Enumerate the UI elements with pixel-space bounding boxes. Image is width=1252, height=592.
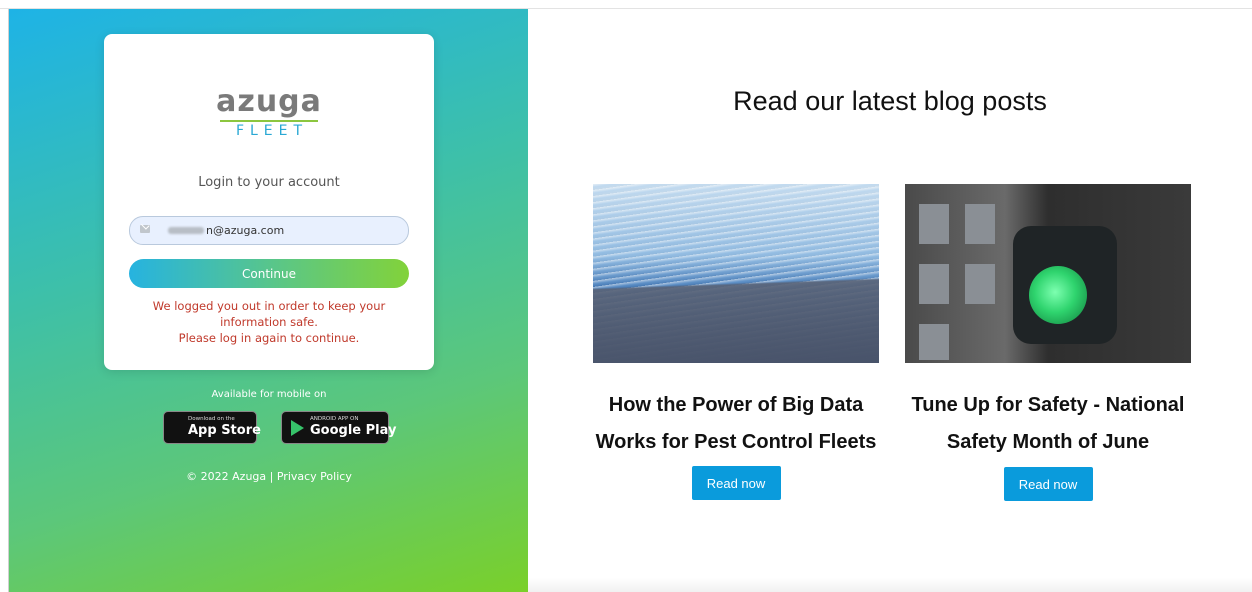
footer: © 2022 Azuga | Privacy Policy [9,470,529,483]
email-input[interactable] [158,217,398,244]
blog-card: Tune Up for Safety - National Safety Mon… [905,184,1191,501]
login-panel: azuga FLEET Login to your account Contin… [8,9,529,592]
building-window [965,264,995,304]
logo-wordmark: azuga [216,84,322,119]
logo-divider [220,120,318,122]
google-play-label: Google Play [310,423,397,438]
play-store-icon [291,420,304,436]
footer-separator: | [269,470,274,483]
blog-section: Read our latest blog posts How the Power… [528,9,1252,592]
mobile-availability-text: Available for mobile on [211,389,327,400]
building-window [919,324,949,360]
window-top-border [0,0,1252,9]
continue-button[interactable]: Continue [129,259,409,288]
logout-message-line: Please log in again to continue. [178,331,360,345]
app-store-small-text: Download on the [188,416,235,422]
bottom-edge-shadow [528,578,1252,592]
read-now-button[interactable]: Read now [1003,467,1093,501]
login-heading: Login to your account [198,175,340,190]
login-card: azuga FLEET Login to your account Contin… [104,34,434,370]
blog-heading: Read our latest blog posts [733,86,1047,116]
read-now-button[interactable]: Read now [691,466,781,500]
google-play-badge[interactable]: ANDROID APP ON Google Play [281,411,396,444]
logout-message-line: information safe. [220,315,318,329]
logout-message: We logged you out in order to keep your … [134,298,404,346]
blog-post-title[interactable]: How the Power of Big Data Works for Pest… [593,387,879,461]
building-window [919,264,949,304]
privacy-policy-link[interactable]: Privacy Policy [277,470,352,483]
big-data-highway-image[interactable] [593,184,879,363]
copyright-text: © 2022 Azuga [186,470,267,483]
mail-icon [140,225,150,233]
building-window [919,204,949,244]
google-play-small-text: ANDROID APP ON [310,416,359,422]
azuga-fleet-logo: azuga FLEET [104,84,434,140]
green-traffic-light-image[interactable] [905,184,1191,363]
logout-message-line: We logged you out in order to keep your [152,299,386,313]
logo-subtitle: FLEET [235,123,309,139]
app-store-label: App Store [188,423,261,438]
email-field[interactable] [129,216,409,245]
blog-card: How the Power of Big Data Works for Pest… [593,184,879,500]
green-light [1029,266,1087,324]
app-store-badge[interactable]: Download on the App Store [163,411,261,444]
building-window [965,204,995,244]
blog-post-title[interactable]: Tune Up for Safety - National Safety Mon… [905,387,1191,461]
